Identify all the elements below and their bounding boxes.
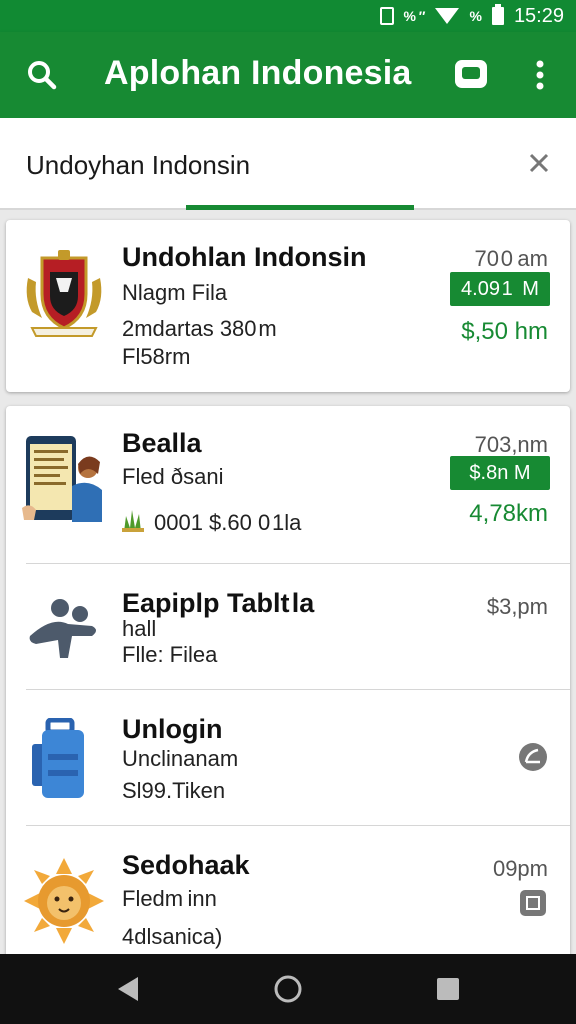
signal-icon: % ″: [403, 8, 426, 24]
item-time: 70 0 am: [474, 246, 548, 271]
more-options-button[interactable]: [524, 54, 556, 96]
item-subtitle: hall: [122, 616, 157, 641]
item-subtitle: Unclinanam: [122, 746, 239, 771]
item-detail: 4dlsanica): [122, 924, 223, 949]
item-time: 09pm: [492, 856, 548, 881]
search-field[interactable]: Undoyhan Indonsin: [0, 118, 576, 210]
luggage-icon: [32, 718, 84, 798]
app-title: Aplohan Indonesia: [104, 54, 412, 92]
chat-bubble-icon: [455, 60, 487, 88]
app-bar: Aplohan Indonesia: [0, 32, 576, 118]
grass-icon: [122, 510, 144, 532]
list-item[interactable]: Eapiplp Tablt la hall Flle: Filea $3,pm: [6, 564, 570, 690]
tab-indicator: [186, 205, 414, 210]
clear-search-button[interactable]: [524, 148, 554, 178]
result-card[interactable]: Undohlan Indonsin Nlagm Fila 2mdartas 38…: [6, 220, 570, 392]
item-subtitle: Fled ðsani: [122, 464, 224, 489]
item-meta: Fl58rm: [122, 344, 191, 369]
chat-button[interactable]: [452, 56, 490, 94]
more-vert-icon: [536, 60, 544, 90]
disabled-clock-icon[interactable]: [518, 742, 548, 772]
item-detail: 0001 $.60 0 1la: [154, 510, 302, 535]
item-title: Bealla: [122, 428, 202, 458]
search-button[interactable]: [22, 55, 62, 95]
recents-icon[interactable]: [430, 971, 466, 1007]
item-title: Unlogin: [122, 714, 223, 744]
item-subtitle: Nlagm Fila: [122, 280, 228, 305]
item-time: 703,nm: [474, 432, 548, 457]
close-icon: [529, 153, 549, 173]
result-card[interactable]: Bealla Fled ðsani 0001 $.60 0 1la 703,nm…: [6, 406, 570, 966]
list-item[interactable]: Sedohaak Fledm inn 4dlsanica) 09pm: [6, 826, 570, 966]
item-title: Sedohaak: [122, 850, 250, 880]
vibrate-icon: [379, 7, 394, 25]
battery-icon: [491, 4, 504, 25]
wifi-icon: [435, 8, 460, 24]
people-group-icon: [29, 599, 97, 658]
list-item[interactable]: Undohlan Indonsin Nlagm Fila 2mdartas 38…: [6, 220, 570, 392]
price-badge: $.8n M: [450, 456, 550, 490]
status-bar: % ″ % 15:29: [0, 0, 576, 32]
price-badge: 4.09 1 M: [450, 272, 550, 306]
tablet-reader-icon: [22, 436, 102, 522]
item-time: $3,pm: [486, 594, 548, 619]
item-title: Eapiplp Tablt la: [122, 588, 315, 618]
item-detail: Flle: Filea: [122, 642, 218, 667]
item-subtitle: Fledm inn: [122, 886, 217, 911]
search-query[interactable]: Undoyhan Indonsin: [26, 150, 250, 181]
system-nav-bar: [0, 954, 576, 1024]
list-item[interactable]: Bealla Fled ðsani 0001 $.60 0 1la 703,nm…: [6, 406, 570, 564]
item-detail: 2mdartas 380 m: [122, 316, 277, 341]
status-time: 15:29: [513, 4, 564, 27]
status-icons: % ″ % 15:29: [379, 0, 564, 32]
indonesia-emblem-icon: [26, 250, 102, 337]
list-item[interactable]: Unlogin Unclinanam Sl99.Tiken: [6, 690, 570, 826]
item-detail: Sl99.Tiken: [122, 778, 226, 803]
home-icon[interactable]: [270, 971, 306, 1007]
battery-percent: %: [469, 8, 482, 24]
square-box-icon[interactable]: [518, 888, 548, 918]
item-distance: 4,78km: [469, 500, 548, 527]
lion-sun-icon: [24, 858, 104, 944]
search-icon: [28, 61, 57, 90]
item-distance: $,50 hm: [461, 318, 548, 345]
item-title: Undohlan Indonsin: [122, 242, 367, 272]
back-icon[interactable]: [110, 971, 146, 1007]
